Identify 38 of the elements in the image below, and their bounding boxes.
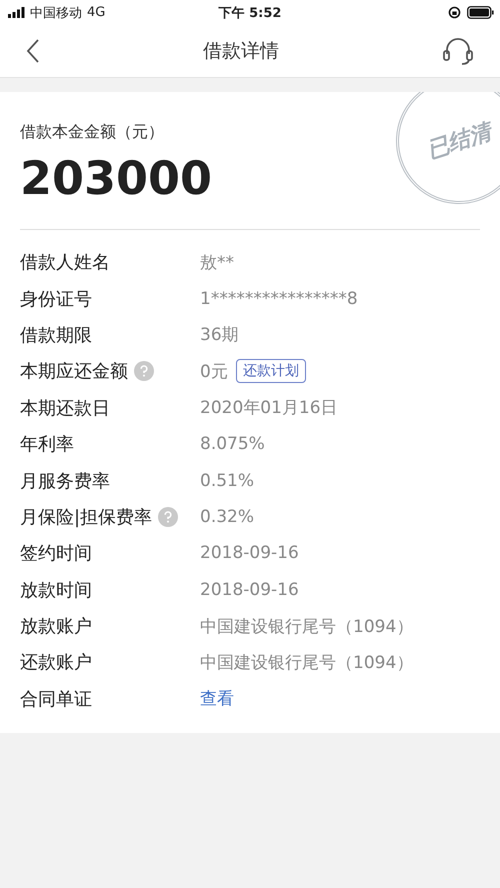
field-label: 放款时间 xyxy=(20,578,92,602)
field-label: 借款人姓名 xyxy=(20,251,110,274)
field-value: 0.51% xyxy=(200,470,254,491)
field-value: 2020年01月16日 xyxy=(200,397,338,420)
field-value: 1****************8 xyxy=(200,288,358,309)
field-label: 放款账户 xyxy=(20,615,92,638)
field-label: 借款期限 xyxy=(20,324,92,347)
field-value: 中国建设银行尾号（1094） xyxy=(200,652,414,674)
field-value: 2018-09-16 xyxy=(200,580,299,600)
field-label: 合同单证 xyxy=(20,688,92,711)
field-label: 月保险|担保费率 xyxy=(20,506,152,529)
field-label: 本期应还金额 xyxy=(20,360,128,384)
principal-label: 借款本金金额（元） xyxy=(20,122,164,143)
field-value: 敖** xyxy=(200,252,234,274)
field-value: 36期 xyxy=(200,324,239,346)
rotation-lock-icon xyxy=(448,6,461,19)
carrier-name: 中国移动 xyxy=(30,4,82,22)
signal-icon xyxy=(8,7,25,18)
headset-icon[interactable] xyxy=(442,37,474,65)
principal-amount: 203000 xyxy=(20,151,212,205)
field-label: 签约时间 xyxy=(20,542,92,566)
back-icon[interactable] xyxy=(26,39,40,63)
view-link[interactable]: 查看 xyxy=(200,687,234,710)
battery-icon xyxy=(467,6,494,19)
status-time: 下午 5:52 xyxy=(218,4,282,22)
field-label: 身份证号 xyxy=(20,288,92,311)
network-type: 4G xyxy=(87,5,106,20)
field-value: 0元 xyxy=(200,360,228,383)
field-value: 2018-09-16 xyxy=(200,543,299,564)
field-value: 0.32% xyxy=(200,506,254,527)
repayment-plan-button[interactable]: 还款计划 xyxy=(236,359,306,384)
field-label: 还款账户 xyxy=(20,651,92,674)
field-label: 月服务费率 xyxy=(20,470,110,493)
field-label: 年利率 xyxy=(20,433,74,456)
field-value: 8.075% xyxy=(200,434,265,454)
field-value: 中国建设银行尾号（1094） xyxy=(200,616,414,638)
page-title: 借款详情 xyxy=(203,39,279,64)
field-label: 本期还款日 xyxy=(20,396,110,420)
